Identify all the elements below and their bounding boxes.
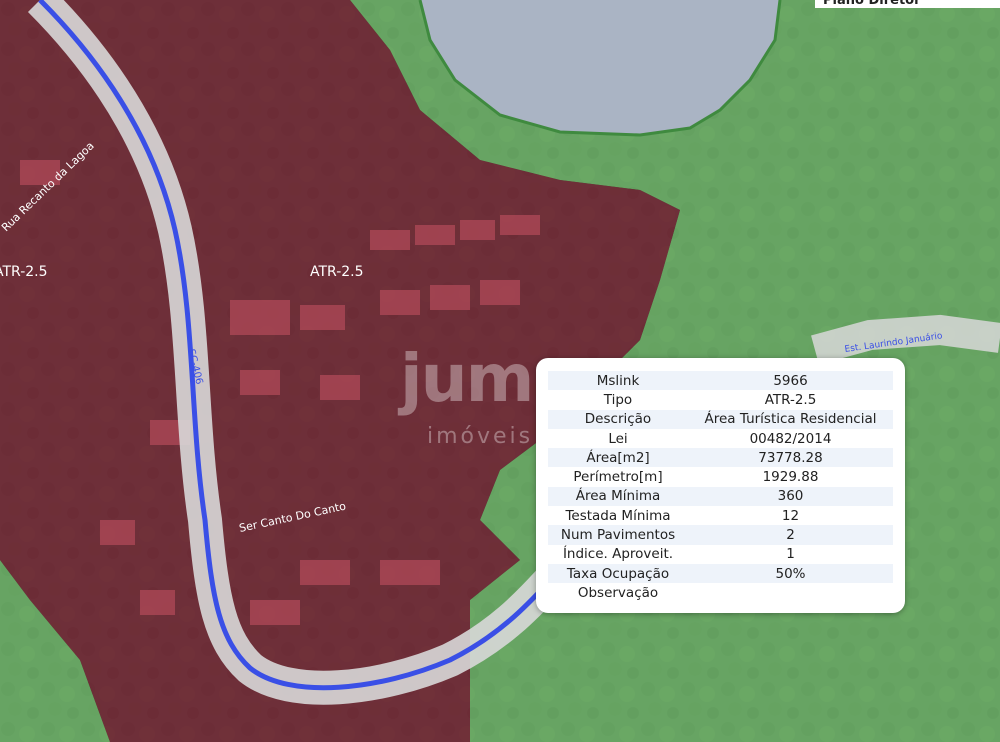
attribute-value xyxy=(688,583,893,602)
attribute-key: Perímetro[m] xyxy=(573,469,663,486)
attribute-value: 1 xyxy=(786,546,795,563)
attribute-value: 73778.28 xyxy=(688,448,893,468)
attribute-value: 1929.88 xyxy=(762,469,819,486)
watermark-subtitle: imóveis xyxy=(427,424,534,449)
attribute-value: 00482/2014 xyxy=(749,430,832,447)
attribute-key: Área[m2] xyxy=(548,448,688,468)
attribute-row: Testada Mínima 12 xyxy=(548,506,893,525)
attribute-key: Área Mínima xyxy=(548,486,688,507)
attribute-key: Taxa Ocupação xyxy=(548,563,688,584)
attribute-row: Mslink 5966 xyxy=(548,371,893,391)
attribute-row: Lei 00482/2014 xyxy=(548,429,893,448)
attribute-row: Perímetro[m] 1929.88 xyxy=(548,467,893,486)
attribute-key: Num Pavimentos xyxy=(548,525,688,545)
attribute-row: Observação xyxy=(548,583,893,602)
attribute-row: Tipo ATR-2.5 xyxy=(548,390,893,409)
attribute-value: 12 xyxy=(781,507,800,524)
attribute-row: Área Mínima 360 xyxy=(548,486,893,507)
attribute-row: Num Pavimentos 2 xyxy=(548,525,893,545)
attribute-key: Testada Mínima xyxy=(565,507,671,524)
attribute-key: Mslink xyxy=(548,371,688,391)
attribute-row: Área[m2] 73778.28 xyxy=(548,448,893,468)
attribute-value: Área Turística Residencial xyxy=(688,409,893,429)
layer-title: Plano Diretor xyxy=(815,0,1000,8)
attribute-value: ATR-2.5 xyxy=(764,391,817,408)
attribute-value: 2 xyxy=(688,525,893,545)
feature-attributes-table: Mslink 5966 Tipo ATR-2.5 Descrição Área Turís… xyxy=(548,371,893,603)
attribute-key: Tipo xyxy=(603,391,633,408)
attribute-key: Descrição xyxy=(548,409,688,429)
attribute-key: Observação xyxy=(577,584,659,601)
zone-label-left: ATR-2.5 xyxy=(0,264,48,280)
attribute-row: Taxa Ocupação 50% xyxy=(548,563,893,584)
zone-label-center: ATR-2.5 xyxy=(310,264,364,280)
attribute-value: 50% xyxy=(688,563,893,584)
attribute-value: 360 xyxy=(688,486,893,507)
attribute-row: Descrição Área Turística Residencial xyxy=(548,409,893,429)
attribute-row: Índice. Aproveit. 1 xyxy=(548,545,893,564)
attribute-key: Índice. Aproveit. xyxy=(562,546,674,563)
attribute-value: 5966 xyxy=(688,371,893,391)
feature-info-popup: Mslink 5966 Tipo ATR-2.5 Descrição Área Turís… xyxy=(536,358,905,613)
attribute-key: Lei xyxy=(608,430,628,447)
